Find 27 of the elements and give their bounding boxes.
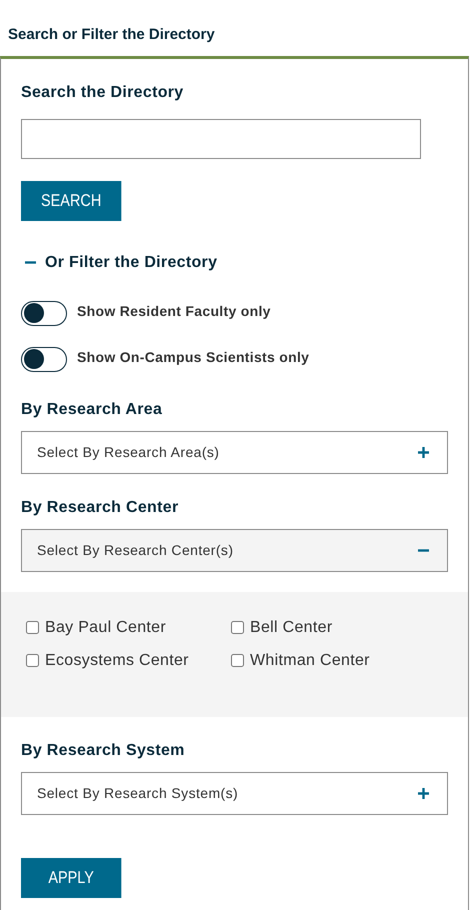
filter-toggle-link[interactable]: Or Filter the Directory: [45, 250, 218, 274]
plus-icon: [418, 446, 429, 458]
checkbox-label: Bell Center: [250, 618, 332, 638]
checkbox-label: Ecosystems Center: [45, 650, 189, 670]
toggle-switch[interactable]: [21, 300, 67, 326]
toggle-switch[interactable]: [21, 346, 67, 372]
section-heading: By Research Area: [21, 400, 164, 420]
checkbox[interactable]: [26, 654, 39, 667]
search-button[interactable]: SEARCH: [21, 180, 122, 220]
checkbox[interactable]: [231, 621, 244, 634]
dropdown-select[interactable]: Select By Research System(s): [21, 772, 448, 814]
checkbox-label: Whitman Center: [250, 650, 370, 670]
plus-icon: [418, 788, 429, 798]
checkbox[interactable]: [26, 621, 39, 634]
dropdown-select[interactable]: Select By Research Center(s): [21, 528, 448, 572]
section-heading: By Research Center: [21, 498, 180, 518]
checkbox-label: Bay Paul Center: [45, 618, 166, 638]
toggle-label: Show On-Campus Scientists only: [77, 348, 310, 367]
toggle-label: Show Resident Faculty only: [77, 302, 271, 321]
search-field[interactable]: [21, 118, 421, 158]
checkbox[interactable]: [231, 654, 244, 667]
dropdown-select[interactable]: Select By Research Area(s): [21, 430, 448, 474]
minus-icon: [418, 548, 429, 552]
section-heading: Search the Directory: [21, 82, 185, 102]
panel-title: Search or Filter the Directory: [7, 25, 216, 45]
apply-button[interactable]: APPLY: [21, 858, 122, 898]
section-heading: By Research System: [21, 740, 186, 760]
